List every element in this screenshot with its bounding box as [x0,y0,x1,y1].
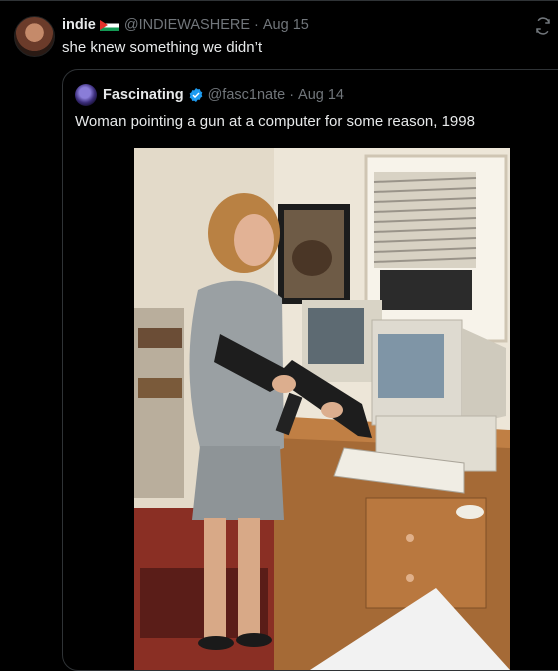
separator-dot: · [254,17,259,33]
quoted-tweet-text: Woman pointing a gun at a computer for s… [75,113,475,130]
quoted-display-name[interactable]: Fascinating [103,87,184,103]
quoted-tweet-date[interactable]: Aug 14 [298,87,344,103]
tweet-text: she knew something we didn’t [62,39,263,56]
verified-badge-icon [189,88,202,102]
quoted-separator-dot: · [289,87,295,103]
quoted-tweet-photo[interactable] [134,148,510,670]
user-avatar[interactable] [14,16,55,57]
quoted-user-avatar[interactable] [75,84,97,106]
retweet-icon[interactable] [534,17,552,35]
quoted-tweet-header: Fascinating @fasc1nate · Aug 14 [103,87,344,103]
photo-woman-gun-computer [134,148,510,670]
tweet-date[interactable]: Aug 15 [263,17,309,33]
display-name[interactable]: indie [62,17,96,33]
quoted-user-handle[interactable]: @fasc1nate [208,87,286,103]
user-handle[interactable]: @INDIEWASHERE [124,17,250,33]
tweet-header: indie @INDIEWASHERE · Aug 15 [62,17,309,33]
top-divider [0,0,558,1]
quoted-tweet-card[interactable]: Fascinating @fasc1nate · Aug 14 Woman po… [62,69,558,671]
palestine-flag-icon [99,19,119,31]
